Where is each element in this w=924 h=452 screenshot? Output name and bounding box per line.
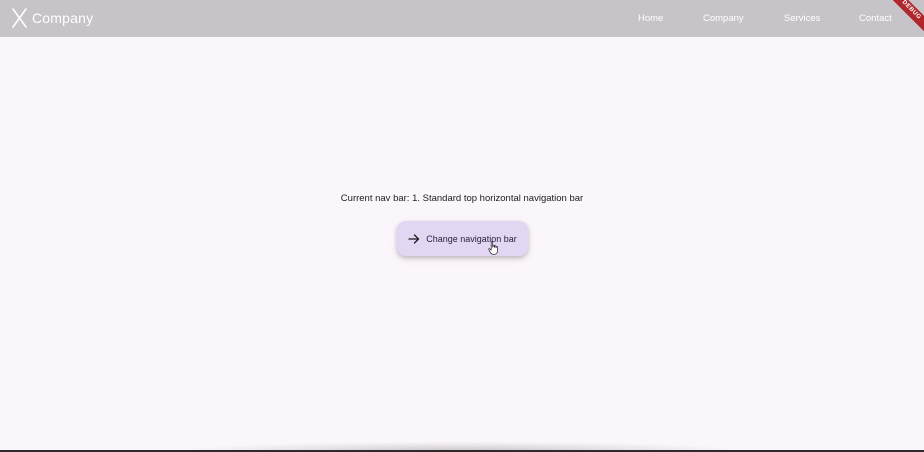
nav-company-link[interactable]: Company	[703, 0, 744, 37]
current-nav-bar-text: Current nav bar: 1. Standard top horizon…	[340, 193, 584, 204]
change-navigation-bar-button[interactable]: Change navigation bar	[397, 221, 528, 256]
brand-logo[interactable]: Company	[11, 6, 93, 30]
nav-home-link[interactable]: Home	[638, 0, 663, 37]
hand-pointer-cursor-icon	[488, 241, 498, 255]
brand-name: Company	[32, 10, 94, 26]
nav-contact-link[interactable]: Contact	[859, 0, 892, 37]
x-logo-icon	[12, 8, 27, 28]
change-navigation-bar-label: Change navigation bar	[426, 233, 517, 244]
arrow-right-icon	[408, 233, 420, 244]
top-navigation-bar: Company Home Company Services Contact DE…	[0, 0, 924, 37]
nav-services-link[interactable]: Services	[784, 0, 820, 37]
